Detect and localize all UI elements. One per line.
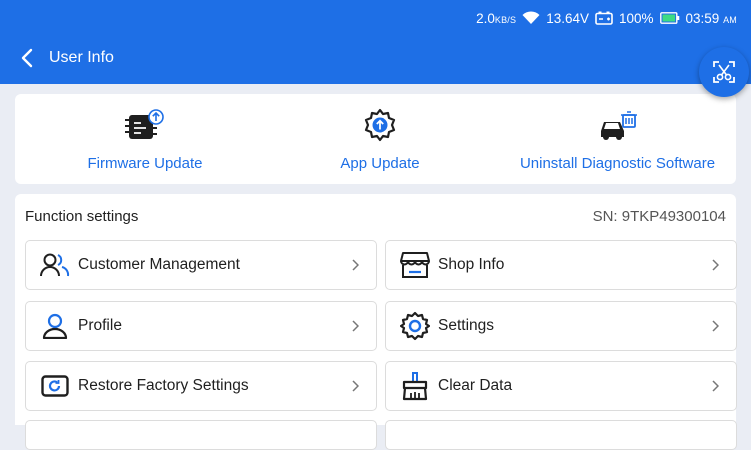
shop-info-label: Shop Info [438, 256, 505, 273]
car-battery-icon [595, 11, 613, 25]
firmware-update-label: Firmware Update [87, 155, 203, 172]
screenshot-button[interactable] [699, 47, 749, 97]
firmware-update-icon [125, 108, 165, 142]
clear-data-button[interactable]: Clear Data [385, 361, 737, 411]
clear-data-label: Clear Data [438, 377, 513, 394]
function-settings-panel: Function settings SN: 9TKP49300104 Custo… [15, 194, 737, 450]
firmware-update-button[interactable]: Firmware Update [80, 94, 210, 184]
settings-label: Settings [438, 317, 495, 334]
page-title: User Info [49, 49, 114, 66]
settings-button[interactable]: Settings [385, 301, 737, 351]
profile-button[interactable]: Profile [25, 301, 377, 351]
restore-icon [40, 371, 70, 401]
chevron-right-icon [710, 320, 720, 332]
uninstall-diagnostic-software-label: Uninstall Diagnostic Software [519, 155, 716, 172]
app-update-icon [363, 108, 397, 142]
chevron-left-icon [21, 48, 33, 68]
customer-management-button[interactable]: Customer Management [25, 240, 377, 290]
chevron-right-icon [350, 320, 360, 332]
customers-icon [40, 250, 70, 280]
broom-icon [400, 371, 430, 401]
profile-label: Profile [78, 317, 122, 334]
shop-info-button[interactable]: Shop Info [385, 240, 737, 290]
restore-factory-settings-button[interactable]: Restore Factory Settings [25, 361, 377, 411]
uninstall-diagnostic-software-button[interactable]: Uninstall Diagnostic Software [505, 94, 730, 184]
update-panel: Firmware Update App Update Uninstall Dia… [15, 94, 736, 184]
wifi-icon [522, 11, 540, 25]
back-button[interactable] [18, 47, 36, 69]
network-speed: 2.0KB/S [476, 10, 517, 26]
app-update-label: App Update [340, 155, 420, 172]
status-bar: 2.0KB/S 13.64V 100% 03:59 AM [476, 9, 737, 27]
chevron-right-icon [710, 380, 720, 392]
uninstall-car-icon [598, 108, 638, 142]
scissors-screenshot-icon [713, 61, 735, 83]
restore-factory-settings-label: Restore Factory Settings [78, 377, 249, 394]
settings-gear-icon [400, 311, 430, 341]
serial-number: SN: 9TKP49300104 [592, 208, 726, 225]
chevron-right-icon [350, 380, 360, 392]
app-update-button[interactable]: App Update [320, 94, 440, 184]
clock: 03:59 AM [685, 10, 737, 26]
chevron-right-icon [710, 259, 720, 271]
battery-icon [659, 12, 680, 24]
customer-management-label: Customer Management [78, 256, 240, 273]
chevron-right-icon [350, 259, 360, 271]
battery-percent: 100% [619, 10, 654, 26]
shop-icon [400, 250, 430, 280]
function-settings-heading: Function settings [25, 208, 139, 225]
profile-icon [40, 311, 70, 341]
voltage-readout: 13.64V [546, 10, 589, 26]
top-bar: 2.0KB/S 13.64V 100% 03:59 AM User Info [0, 0, 751, 84]
